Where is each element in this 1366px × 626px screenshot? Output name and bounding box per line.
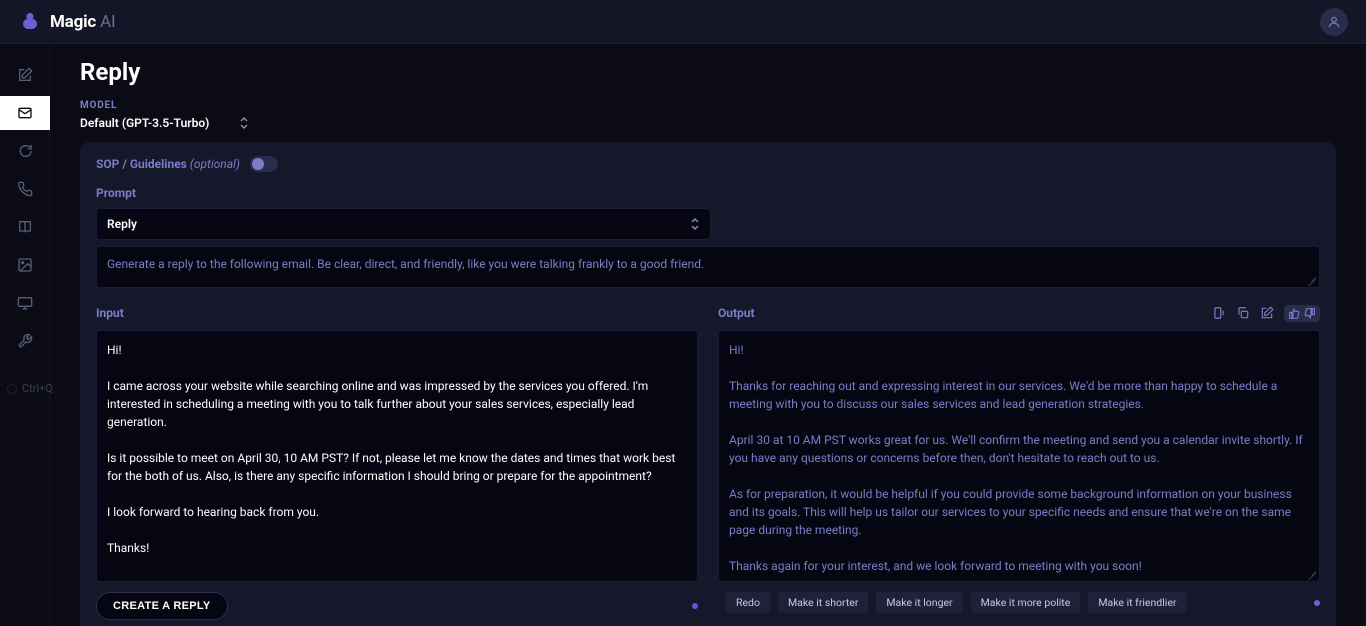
chip-longer[interactable]: Make it longer (876, 592, 962, 613)
logo-icon (18, 10, 42, 34)
nav-call[interactable] (0, 172, 50, 206)
user-avatar[interactable] (1320, 8, 1348, 36)
sop-toggle[interactable] (250, 156, 278, 172)
feedback-thumbs (1284, 305, 1320, 322)
status-dot-icon (1314, 600, 1320, 606)
chip-shorter[interactable]: Make it shorter (778, 592, 868, 613)
shortcut-badge: Ctrl+Q (6, 382, 53, 395)
model-value: Default (GPT-3.5-Turbo) (80, 116, 209, 130)
logo[interactable]: Magic AI (18, 10, 115, 34)
editor-card: SOP / Guidelines (optional) Prompt Reply… (80, 142, 1336, 626)
nav-chat[interactable] (0, 134, 50, 168)
status-dot-icon (692, 603, 698, 609)
logo-text: Magic AI (50, 12, 115, 32)
prompt-selected: Reply (107, 217, 137, 231)
page-title: Reply (80, 58, 1336, 86)
model-select[interactable]: Default (GPT-3.5-Turbo) (80, 116, 1336, 130)
prompt-label: Prompt (96, 186, 1320, 200)
model-section: MODEL Default (GPT-3.5-Turbo) (80, 100, 1336, 130)
nav-reply[interactable] (0, 96, 50, 130)
model-label: MODEL (80, 100, 1336, 111)
input-label: Input (96, 306, 124, 320)
chip-redo[interactable]: Redo (726, 592, 770, 613)
input-textarea[interactable] (96, 330, 698, 582)
thumbs-up-icon[interactable] (1288, 307, 1301, 320)
nav-image[interactable] (0, 248, 50, 282)
resize-handle-icon[interactable] (1307, 275, 1317, 285)
edit-icon[interactable] (1260, 306, 1274, 320)
sop-label: SOP / Guidelines (optional) (96, 157, 240, 171)
output-actions (1212, 305, 1320, 322)
sop-row: SOP / Guidelines (optional) (96, 156, 1320, 172)
copy-icon[interactable] (1236, 306, 1250, 320)
nav-library[interactable] (0, 210, 50, 244)
nav-compose[interactable] (0, 58, 50, 92)
export-icon[interactable] (1212, 306, 1226, 320)
resize-handle-icon[interactable] (1307, 569, 1317, 579)
create-reply-button[interactable]: CREATE A REPLY (96, 592, 228, 620)
suggestion-chips: Redo Make it shorter Make it longer Make… (726, 592, 1186, 613)
chevron-updown-icon (239, 116, 249, 130)
prompt-select[interactable]: Reply (96, 208, 711, 240)
output-text[interactable]: Hi! Thanks for reaching out and expressi… (718, 330, 1320, 582)
nav-desktop[interactable] (0, 286, 50, 320)
chevron-updown-icon (690, 217, 700, 231)
topbar: Magic AI (0, 0, 1366, 44)
chip-polite[interactable]: Make it more polite (971, 592, 1081, 613)
nav-settings[interactable] (0, 324, 50, 358)
input-column: Input CREATE A REPLY (96, 304, 698, 620)
chip-friendlier[interactable]: Make it friendlier (1088, 592, 1186, 613)
prompt-description[interactable]: Generate a reply to the following email.… (96, 246, 1320, 288)
main-content: Reply MODEL Default (GPT-3.5-Turbo) SOP … (50, 44, 1366, 626)
output-label: Output (718, 306, 755, 320)
output-column: Output Hi! Thanks for reaching out and e… (718, 304, 1320, 620)
thumbs-down-icon[interactable] (1303, 307, 1316, 320)
sidebar: Ctrl+Q (0, 44, 50, 626)
